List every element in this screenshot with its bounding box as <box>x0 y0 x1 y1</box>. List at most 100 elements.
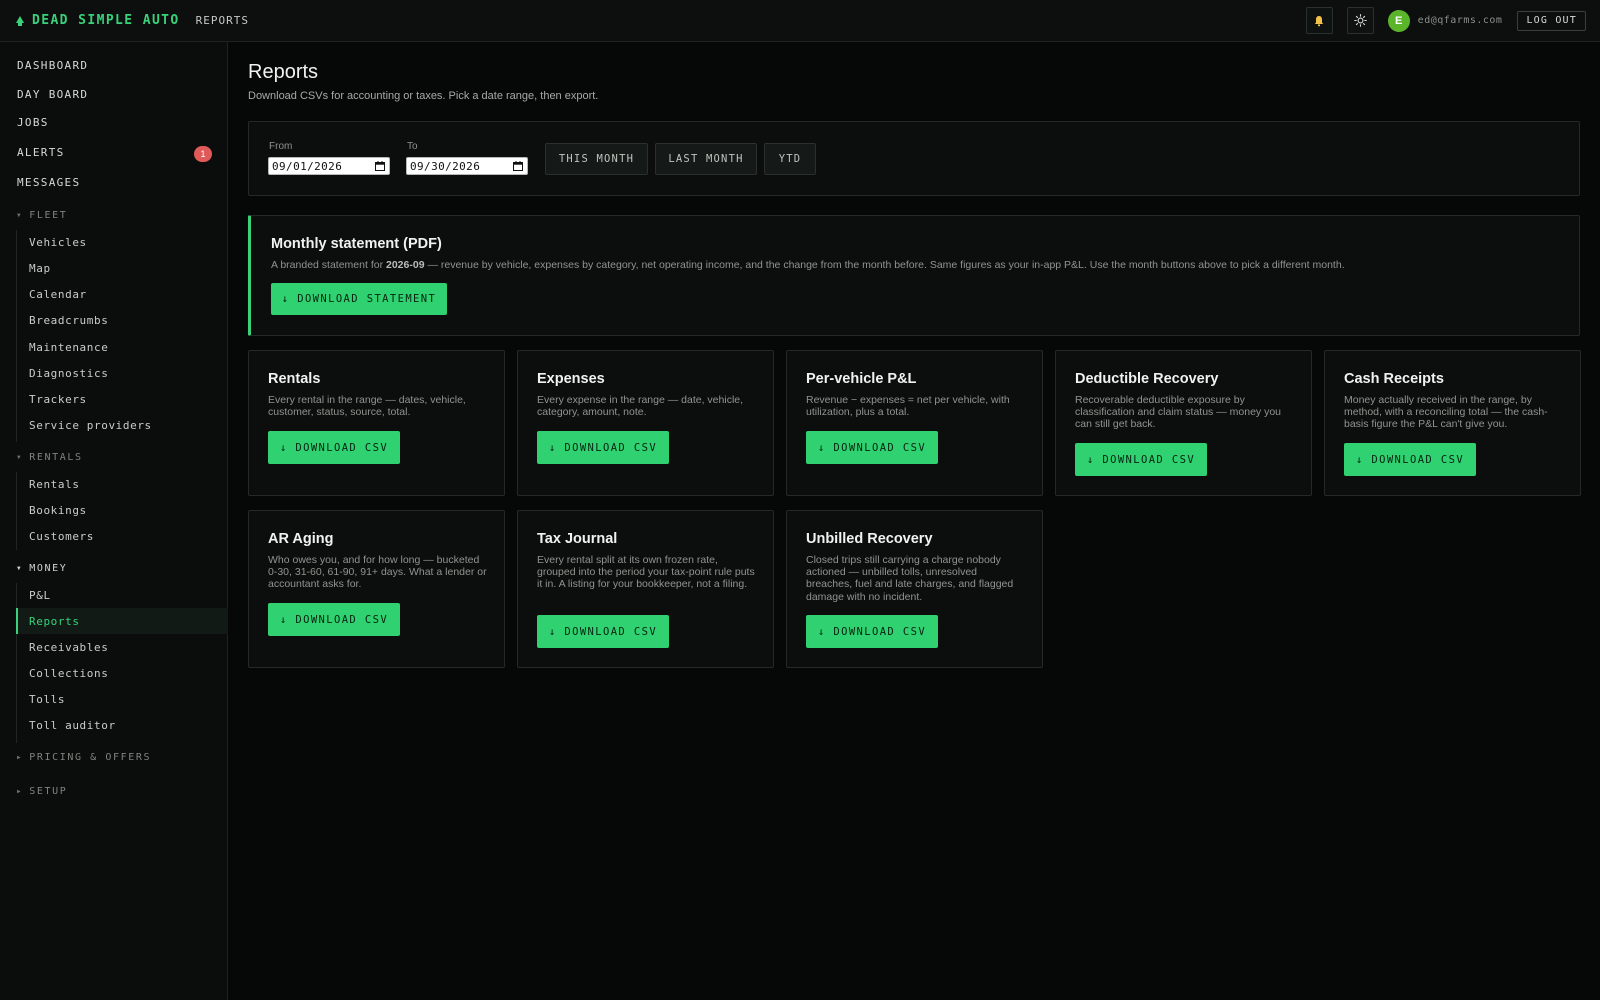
group-divider <box>16 472 17 550</box>
download-tax-journal-csv-button[interactable]: ↓ DOWNLOAD CSV <box>537 615 669 648</box>
sidebar-group-fleet[interactable]: ▼ FLEET <box>17 210 67 221</box>
card-description: Every rental split at its own frozen rat… <box>537 554 755 591</box>
brand-icon <box>16 15 24 26</box>
page-subtitle: Download CSVs for accounting or taxes. P… <box>248 90 599 102</box>
sidebar-item-service-providers[interactable]: Service providers <box>29 419 152 432</box>
card-title: Cash Receipts <box>1344 371 1444 387</box>
to-label: To <box>407 141 418 152</box>
sidebar-item-breadcrumbs[interactable]: Breadcrumbs <box>29 314 108 327</box>
sidebar-item-bookings[interactable]: Bookings <box>29 504 87 517</box>
logout-button[interactable]: LOG OUT <box>1517 10 1586 31</box>
card-title: AR Aging <box>268 531 334 547</box>
sidebar-group-money[interactable]: ▼ MONEY <box>17 563 67 574</box>
monthly-statement-card: Monthly statement (PDF) A branded statem… <box>248 215 1580 336</box>
to-date-value: 09/30/2026 <box>410 159 481 173</box>
from-date-input[interactable]: 09/01/2026 <box>268 157 390 175</box>
sidebar-item-maintenance[interactable]: Maintenance <box>29 341 108 354</box>
sidebar-group-rentals[interactable]: ▼ RENTALS <box>17 452 83 463</box>
card-description: Every rental in the range — dates, vehic… <box>268 394 466 419</box>
chevron-down-icon: ▼ <box>17 212 23 219</box>
card-title: Rentals <box>268 371 321 387</box>
report-card-deductible-recovery: Deductible Recovery Recoverable deductib… <box>1055 350 1312 496</box>
brand-logo[interactable]: DEAD SIMPLE AUTO <box>16 13 180 28</box>
active-item-indicator <box>16 608 18 634</box>
last-month-button[interactable]: LAST MONTH <box>655 143 757 175</box>
chevron-down-icon: ▼ <box>17 454 23 461</box>
ytd-button[interactable]: YTD <box>764 143 816 175</box>
sidebar-item-day-board[interactable]: DAY BOARD <box>17 88 88 101</box>
alerts-count-badge: 1 <box>194 146 212 162</box>
card-description: Revenue − expenses = net per vehicle, wi… <box>806 394 1010 419</box>
report-card-expenses: Expenses Every expense in the range — da… <box>517 350 774 496</box>
sidebar-item-collections[interactable]: Collections <box>29 667 108 680</box>
calendar-icon <box>375 161 385 171</box>
from-date-value: 09/01/2026 <box>272 159 343 173</box>
user-email: ed@qfarms.com <box>1417 15 1503 26</box>
sidebar-group-label: PRICING & OFFERS <box>29 752 152 763</box>
sidebar-item-customers[interactable]: Customers <box>29 530 94 543</box>
download-unbilled-recovery-csv-button[interactable]: ↓ DOWNLOAD CSV <box>806 615 938 648</box>
download-statement-button[interactable]: ↓ DOWNLOAD STATEMENT <box>271 283 447 315</box>
date-range-panel: From 09/01/2026 To 09/30/2026 THIS MONTH… <box>248 121 1580 196</box>
sun-icon <box>1353 14 1367 27</box>
notifications-button[interactable] <box>1305 7 1333 34</box>
report-card-ar-aging: AR Aging Who owes you, and for how long … <box>248 510 505 668</box>
top-bar: DEAD SIMPLE AUTO REPORTS E ed@qfarms.com… <box>0 0 1600 42</box>
to-date-input[interactable]: 09/30/2026 <box>406 157 528 175</box>
download-cash-receipts-csv-button[interactable]: ↓ DOWNLOAD CSV <box>1344 443 1476 476</box>
report-card-cash-receipts: Cash Receipts Money actually received in… <box>1324 350 1581 496</box>
card-title: Per-vehicle P&L <box>806 371 917 387</box>
sidebar-item-rentals[interactable]: Rentals <box>29 478 80 491</box>
sidebar-item-messages[interactable]: MESSAGES <box>17 176 80 189</box>
chevron-right-icon: ▶ <box>17 754 23 761</box>
download-ar-aging-csv-button[interactable]: ↓ DOWNLOAD CSV <box>268 603 400 636</box>
sidebar-item-map[interactable]: Map <box>29 262 51 275</box>
sidebar-group-label: SETUP <box>29 786 68 797</box>
from-label: From <box>269 141 293 152</box>
group-divider <box>16 230 17 442</box>
card-description: Closed trips still carrying a charge nob… <box>806 554 1014 603</box>
download-deductible-csv-button[interactable]: ↓ DOWNLOAD CSV <box>1075 443 1207 476</box>
sidebar-group-label: RENTALS <box>29 452 83 463</box>
bell-icon <box>1314 15 1324 26</box>
report-card-tax-journal: Tax Journal Every rental split at its ow… <box>517 510 774 668</box>
sidebar-item-pnl[interactable]: P&L <box>29 589 51 602</box>
brand-name: DEAD SIMPLE AUTO <box>32 13 180 28</box>
sidebar-item-trackers[interactable]: Trackers <box>29 393 87 406</box>
report-card-unbilled-recovery: Unbilled Recovery Closed trips still car… <box>786 510 1043 668</box>
sidebar-item-toll-auditor[interactable]: Toll auditor <box>29 719 116 732</box>
sidebar-item-alerts[interactable]: ALERTS <box>17 146 65 159</box>
sidebar: DASHBOARD DAY BOARD JOBS ALERTS 1 MESSAG… <box>0 42 228 1000</box>
group-divider <box>16 583 17 743</box>
card-description: Every expense in the range — date, vehic… <box>537 394 744 419</box>
download-rentals-csv-button[interactable]: ↓ DOWNLOAD CSV <box>268 431 400 464</box>
statement-description: A branded statement for 2026-09 — revenu… <box>271 259 1345 271</box>
sidebar-group-label: FLEET <box>29 210 68 221</box>
card-title: Tax Journal <box>537 531 618 547</box>
sidebar-item-dashboard[interactable]: DASHBOARD <box>17 59 88 72</box>
card-title: Expenses <box>537 371 605 387</box>
theme-toggle-button[interactable] <box>1346 7 1374 34</box>
sidebar-item-receivables[interactable]: Receivables <box>29 641 108 654</box>
sidebar-group-setup[interactable]: ▶ SETUP <box>17 786 67 797</box>
current-page-label: REPORTS <box>195 14 249 27</box>
sidebar-item-reports[interactable]: Reports <box>29 615 80 628</box>
sidebar-group-label: MONEY <box>29 563 68 574</box>
sidebar-item-jobs[interactable]: JOBS <box>17 116 49 129</box>
chevron-right-icon: ▶ <box>17 788 23 795</box>
sidebar-item-diagnostics[interactable]: Diagnostics <box>29 367 108 380</box>
avatar[interactable]: E <box>1387 9 1410 32</box>
sidebar-item-tolls[interactable]: Tolls <box>29 693 65 706</box>
report-card-per-vehicle-pnl: Per-vehicle P&L Revenue − expenses = net… <box>786 350 1043 496</box>
card-title: Deductible Recovery <box>1075 371 1219 387</box>
download-pnl-csv-button[interactable]: ↓ DOWNLOAD CSV <box>806 431 938 464</box>
statement-month: 2026-09 <box>386 259 425 271</box>
this-month-button[interactable]: THIS MONTH <box>545 143 648 175</box>
sidebar-item-vehicles[interactable]: Vehicles <box>29 236 87 249</box>
page-title: Reports <box>248 61 319 83</box>
download-expenses-csv-button[interactable]: ↓ DOWNLOAD CSV <box>537 431 669 464</box>
sidebar-item-calendar[interactable]: Calendar <box>29 288 87 301</box>
card-description: Who owes you, and for how long — buckete… <box>268 554 487 591</box>
sidebar-group-pricing[interactable]: ▶ PRICING & OFFERS <box>17 752 151 763</box>
statement-title: Monthly statement (PDF) <box>271 236 442 252</box>
